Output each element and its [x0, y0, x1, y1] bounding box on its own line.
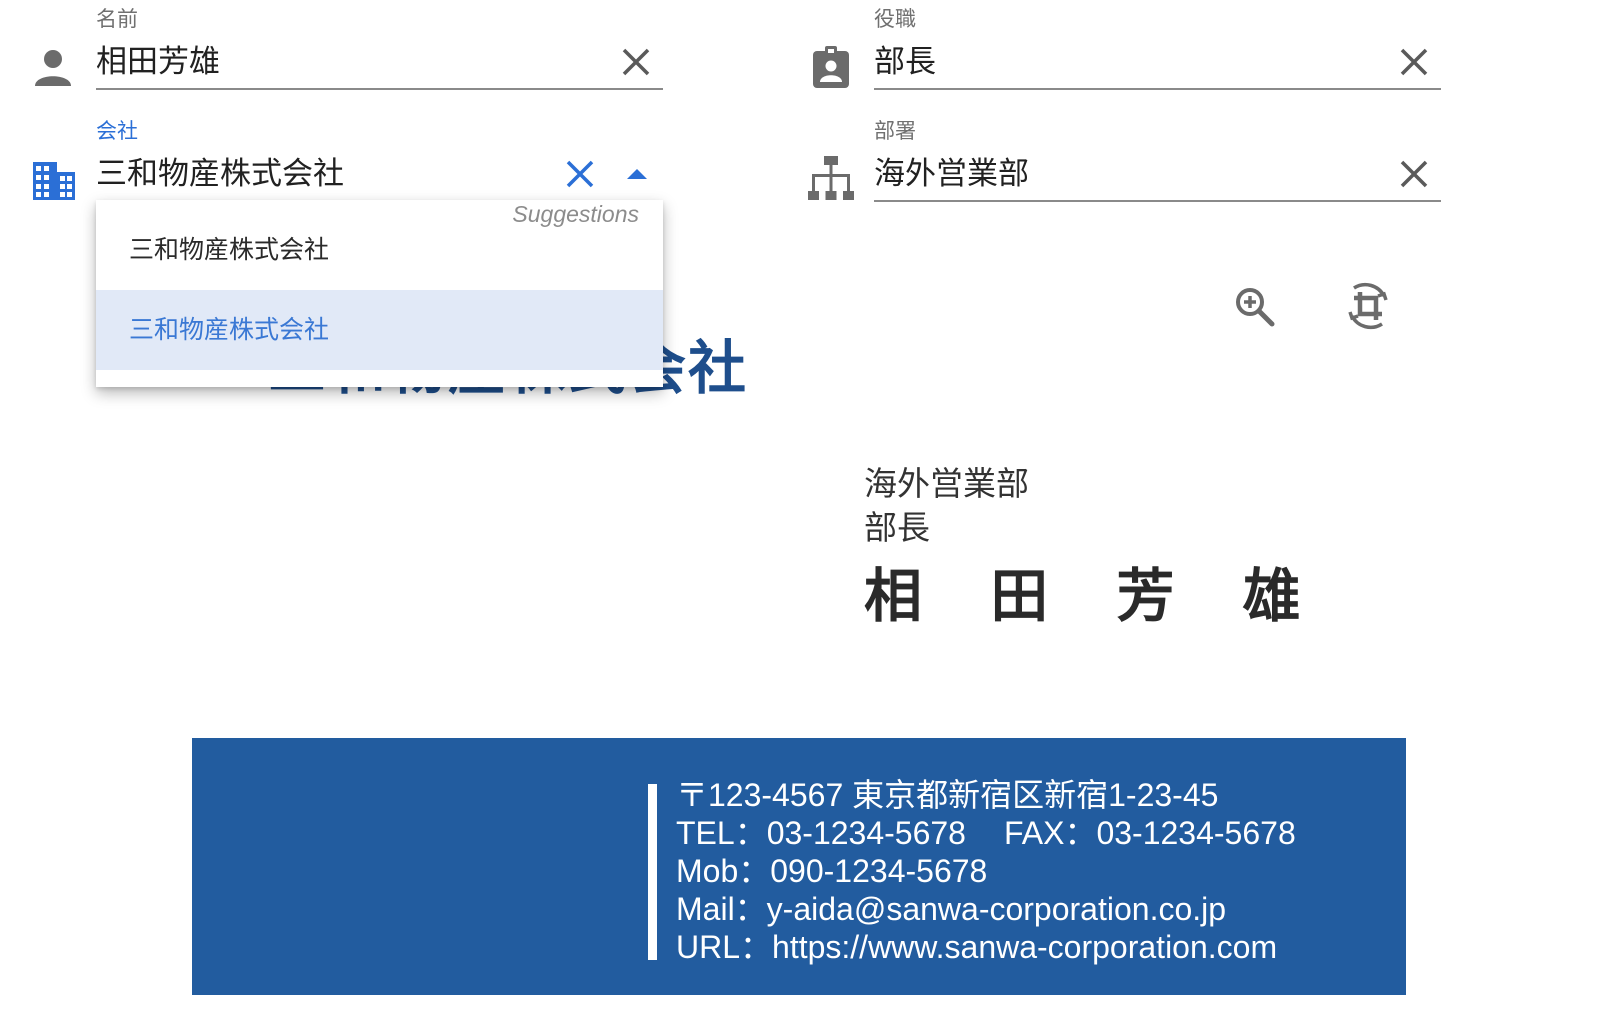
card-footer-divider — [648, 784, 657, 960]
name-clear-button[interactable] — [616, 42, 656, 82]
company-suggestions-dropdown: Suggestions 三和物産株式会社 三和物産株式会社 — [96, 200, 663, 387]
card-fax: FAX：03-1234-5678 — [1003, 815, 1296, 851]
department-clear-button[interactable] — [1394, 154, 1434, 194]
name-field[interactable]: 名前 相田芳雄 — [96, 0, 663, 92]
card-department: 海外営業部 — [864, 464, 1029, 503]
company-value[interactable]: 三和物産株式会社 — [96, 154, 344, 194]
badge-icon — [812, 45, 850, 93]
zoom-in-button[interactable] — [1228, 280, 1284, 336]
zoom-in-icon — [1236, 288, 1275, 327]
card-job-title: 部長 — [864, 508, 930, 547]
department-field[interactable]: 部署 海外営業部 — [874, 112, 1441, 204]
department-label: 部署 — [874, 119, 916, 143]
card-url: URL：https://www.sanwa-corporation.com — [676, 929, 1278, 965]
card-address: 〒123-4567 東京都新宿区新宿1-23-45 — [676, 777, 1219, 813]
card-person-name: 相 田 芳 雄 — [864, 562, 1325, 630]
name-label: 名前 — [96, 7, 138, 31]
close-icon — [566, 160, 594, 188]
name-underline — [96, 88, 663, 90]
suggestion-item-highlighted[interactable]: 三和物産株式会社 — [96, 290, 663, 370]
crop-rotate-icon — [1348, 282, 1388, 330]
suggestion-item[interactable]: 三和物産株式会社 — [96, 210, 663, 290]
name-value[interactable]: 相田芳雄 — [96, 42, 220, 82]
department-value[interactable]: 海外営業部 — [874, 154, 1029, 194]
card-contact-block: 〒123-4567 東京都新宿区新宿1-23-45 TEL：03-1234-56… — [676, 776, 1296, 966]
job-title-value[interactable]: 部長 — [874, 42, 936, 82]
department-underline — [874, 200, 1441, 202]
job-title-field[interactable]: 役職 部長 — [874, 0, 1441, 92]
building-icon — [33, 162, 75, 204]
close-icon — [1400, 48, 1428, 76]
company-clear-button[interactable] — [560, 154, 600, 194]
card-phone-line: TEL：03-1234-5678 FAX：03-1234-5678 — [676, 814, 1296, 852]
job-title-clear-button[interactable] — [1394, 42, 1434, 82]
card-mobile: Mob：090-1234-5678 — [676, 853, 988, 889]
card-footer: 〒123-4567 東京都新宿区新宿1-23-45 TEL：03-1234-56… — [192, 738, 1406, 995]
caret-up-icon — [627, 169, 647, 179]
org-chart-icon — [808, 156, 854, 208]
close-icon — [622, 48, 650, 76]
person-icon — [34, 48, 72, 92]
job-title-underline — [874, 88, 1441, 90]
card-tel: TEL：03-1234-5678 — [676, 815, 966, 851]
crop-rotate-button[interactable] — [1338, 276, 1394, 332]
company-field[interactable]: 会社 三和物産株式会社 — [96, 112, 663, 204]
company-dropdown-toggle[interactable] — [620, 158, 654, 192]
card-mail: Mail：y-aida@sanwa-corporation.co.jp — [676, 891, 1227, 927]
job-title-label: 役職 — [874, 7, 916, 31]
close-icon — [1400, 160, 1428, 188]
company-label: 会社 — [96, 119, 138, 143]
